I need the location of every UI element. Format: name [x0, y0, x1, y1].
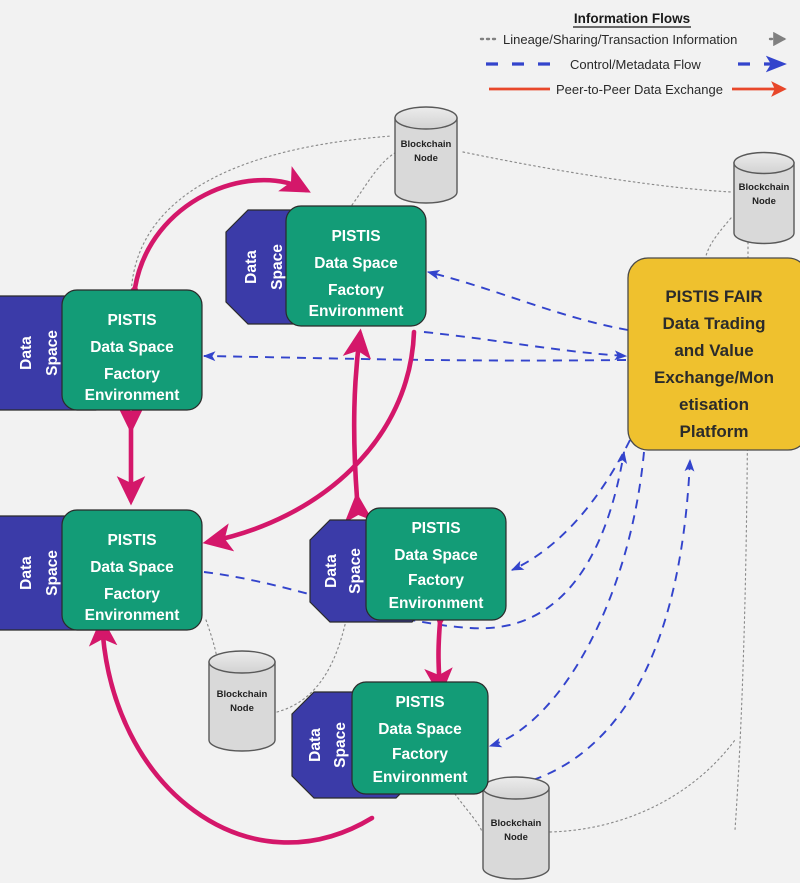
factory-title-line2: Data Space [314, 255, 398, 272]
legend-label-control: Control/Metadata Flow [570, 57, 701, 72]
diagram-canvas: Blockchain Node Blockchain Node Blockcha… [0, 0, 800, 883]
fair-title-line6: Platform [680, 422, 749, 441]
dsfe-center-top[interactable]: Data Space PISTIS Data Space Factory Env… [225, 205, 427, 327]
factory-title-line2: Data Space [90, 559, 174, 576]
data-space-label-line2: Space [347, 548, 364, 594]
data-space-label-line1: Data [307, 728, 324, 762]
factory-title-line2: Data Space [90, 339, 174, 356]
blockchain-label-line1: Blockchain [401, 139, 452, 150]
fair-title-line3: and Value [674, 341, 753, 360]
dsfe-center-bot[interactable]: Data Space PISTIS Data Space Factory Env… [291, 681, 489, 799]
factory-title-line4: Environment [85, 387, 180, 404]
factory-title-line4: Environment [309, 303, 404, 320]
blockchain-label-line2: Node [230, 703, 254, 714]
blockchain-node-bottom-right[interactable]: Blockchain Node [482, 776, 550, 880]
pistis-fair-platform[interactable]: PISTIS FAIR Data Trading and Value Excha… [627, 257, 800, 451]
factory-title-line2: Data Space [378, 721, 462, 738]
legend-label-lineage: Lineage/Sharing/Transaction Information [503, 32, 737, 47]
data-space-label-line2: Space [332, 722, 349, 768]
factory-title-line3: Factory [328, 282, 384, 299]
architecture-diagram: Blockchain Node Blockchain Node Blockcha… [0, 0, 800, 883]
data-space-label-line2: Space [44, 550, 61, 596]
blockchain-node-bottom-left[interactable]: Blockchain Node [208, 650, 276, 752]
factory-title-line1: PISTIS [331, 228, 380, 245]
blockchain-label-line2: Node [752, 196, 776, 207]
factory-title-line3: Factory [408, 572, 464, 589]
blockchain-label-line1: Blockchain [739, 182, 790, 193]
dsfe-left-mid[interactable]: Data Space PISTIS Data Space Factory Env… [0, 509, 203, 631]
factory-title-line4: Environment [389, 595, 484, 612]
data-space-label-line1: Data [18, 336, 35, 370]
factory-title-line1: PISTIS [411, 520, 460, 537]
data-space-label-line1: Data [323, 554, 340, 588]
factory-title-line4: Environment [373, 769, 468, 786]
blockchain-label-line1: Blockchain [217, 689, 268, 700]
blockchain-label-line2: Node [414, 153, 438, 164]
data-space-label-line1: Data [18, 556, 35, 590]
data-space-label-line1: Data [243, 250, 260, 284]
cylinder-top [208, 650, 276, 674]
cylinder-top [733, 151, 795, 175]
blockchain-node-top-center[interactable]: Blockchain Node [394, 106, 458, 204]
factory-title-line3: Factory [104, 366, 160, 383]
factory-title-line1: PISTIS [107, 532, 156, 549]
factory-title-line2: Data Space [394, 547, 478, 564]
factory-title-line3: Factory [392, 746, 448, 763]
dsfe-left-top[interactable]: Data Space PISTIS Data Space Factory Env… [0, 289, 203, 411]
dsfe-center-mid[interactable]: Data Space PISTIS Data Space Factory Env… [309, 507, 507, 623]
legend-title: Information Flows [574, 11, 690, 26]
fair-title-line1: PISTIS FAIR [665, 287, 762, 306]
cylinder-top [482, 776, 550, 800]
fair-title-line5: etisation [679, 395, 749, 414]
cylinder-top [394, 106, 458, 130]
blockchain-label-line2: Node [504, 832, 528, 843]
legend-label-peer: Peer-to-Peer Data Exchange [556, 82, 723, 97]
fair-title-line2: Data Trading [663, 314, 766, 333]
data-space-label-line2: Space [44, 330, 61, 376]
fair-title-line4: Exchange/Mon [654, 368, 774, 387]
blockchain-node-top-right[interactable]: Blockchain Node [733, 151, 795, 245]
factory-title-line1: PISTIS [107, 312, 156, 329]
blockchain-label-line1: Blockchain [491, 818, 542, 829]
factory-title-line4: Environment [85, 607, 180, 624]
data-space-label-line2: Space [269, 244, 286, 290]
factory-title-line1: PISTIS [395, 694, 444, 711]
factory-title-line3: Factory [104, 586, 160, 603]
